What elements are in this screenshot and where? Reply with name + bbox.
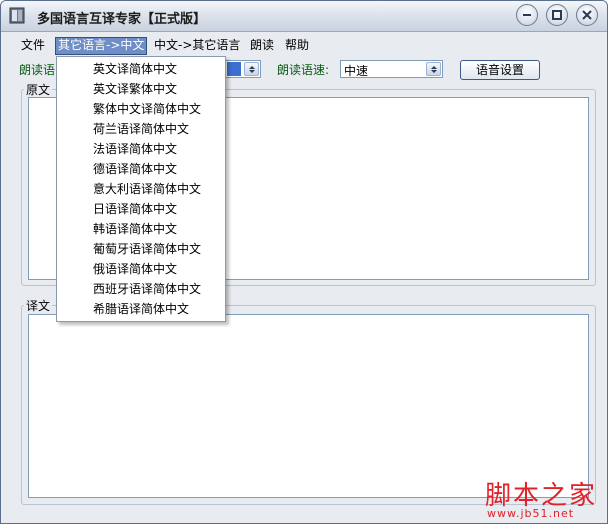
menu-bar: 文件 其它语言->中文 中文->其它语言 朗读 帮助 (1, 32, 607, 55)
dropdown-item[interactable]: 繁体中文译简体中文 (93, 100, 201, 118)
read-speed-select[interactable]: 中速 (340, 60, 443, 78)
dropdown-item[interactable]: 希腊语译简体中文 (93, 300, 189, 318)
dropdown-item[interactable]: 葡萄牙语译简体中文 (93, 240, 201, 258)
dropdown-item[interactable]: 意大利语译简体中文 (93, 180, 201, 198)
dropdown-item[interactable]: 英文译简体中文 (93, 60, 177, 78)
dropdown-item[interactable]: 日语译简体中文 (93, 200, 177, 218)
selection-highlight (227, 62, 241, 76)
minimize-button[interactable] (516, 4, 538, 26)
other-to-chinese-dropdown: 英文译简体中文 英文译繁体中文 繁体中文译简体中文 荷兰语译简体中文 法语译简体… (56, 56, 226, 322)
read-speed-label: 朗读语速: (277, 63, 330, 77)
menu-read[interactable]: 朗读 (248, 37, 276, 53)
dropdown-item[interactable]: 荷兰语译简体中文 (93, 120, 189, 138)
app-icon (9, 7, 25, 24)
dropdown-item[interactable]: 西班牙语译简体中文 (93, 280, 201, 298)
dropdown-item[interactable]: 俄语译简体中文 (93, 260, 177, 278)
window-title: 多国语言互译专家【正式版】 (37, 12, 207, 27)
watermark-url: www.jb51.net (487, 507, 575, 520)
target-text-area[interactable] (28, 314, 589, 498)
read-speed-value: 中速 (344, 64, 369, 78)
menu-help[interactable]: 帮助 (283, 37, 311, 53)
read-speed-arrow[interactable] (426, 62, 441, 76)
app-window: 多国语言互译专家【正式版】 文件 其它语言->中文 中文->其它语言 朗读 帮助… (0, 0, 608, 524)
dropdown-item[interactable]: 法语译简体中文 (93, 140, 177, 158)
dropdown-item[interactable]: 德语译简体中文 (93, 160, 177, 178)
menu-chinese-to-other[interactable]: 中文->其它语言 (152, 37, 242, 53)
menu-other-to-chinese[interactable]: 其它语言->中文 (55, 37, 148, 55)
maximize-icon (552, 10, 562, 20)
voice-settings-button[interactable]: 语音设置 (460, 60, 540, 80)
read-language-select[interactable] (225, 60, 261, 78)
dropdown-item[interactable]: 韩语译简体中文 (93, 220, 177, 238)
target-group-label: 译文 (24, 297, 53, 314)
maximize-button[interactable] (546, 4, 568, 26)
updown-arrow-icon (249, 66, 255, 73)
minimize-icon (523, 14, 531, 16)
read-language-arrow[interactable] (244, 62, 259, 76)
close-button[interactable] (576, 4, 598, 26)
title-bar[interactable]: 多国语言互译专家【正式版】 (1, 1, 607, 32)
source-group-label: 原文 (24, 81, 53, 98)
dropdown-item[interactable]: 英文译繁体中文 (93, 80, 177, 98)
close-icon (582, 10, 592, 20)
menu-file[interactable]: 文件 (19, 37, 47, 53)
updown-arrow-icon (431, 66, 437, 73)
read-language-label: 朗读语 (19, 63, 56, 77)
